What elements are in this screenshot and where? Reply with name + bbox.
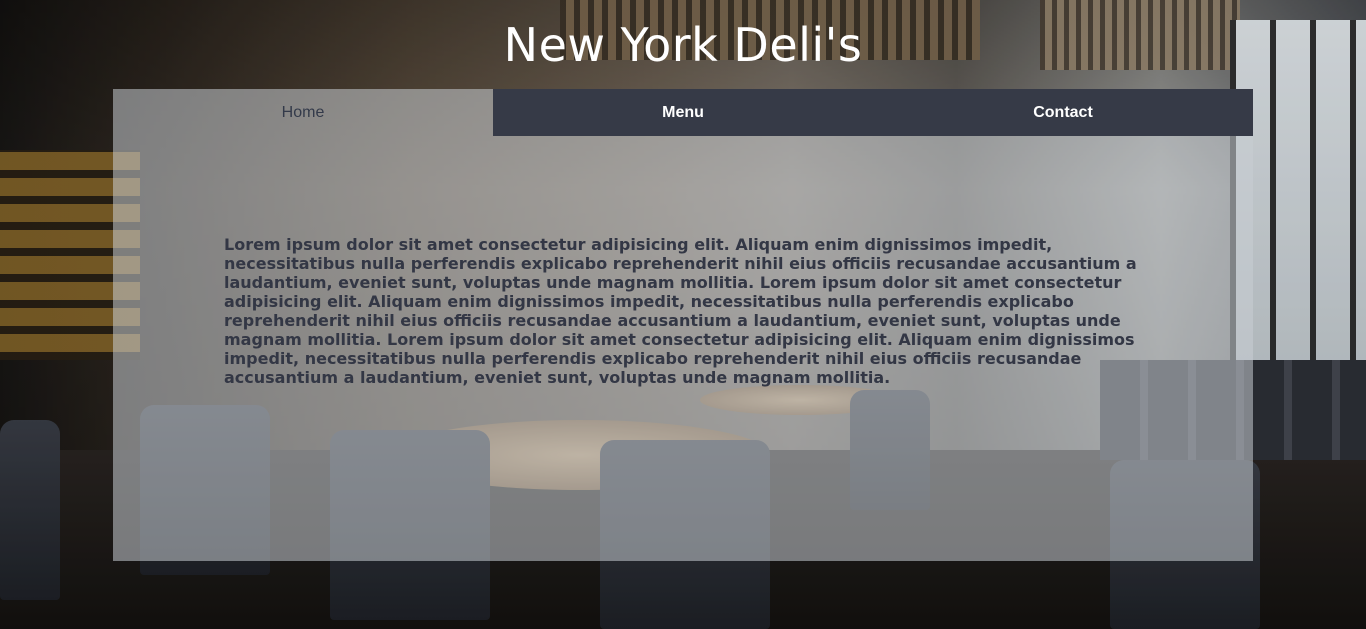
main-nav: Home Menu Contact: [113, 89, 1253, 136]
nav-item-home[interactable]: Home: [113, 89, 493, 136]
nav-item-menu[interactable]: Menu: [493, 89, 873, 136]
site-title: New York Deli's: [503, 18, 863, 72]
nav-item-contact[interactable]: Contact: [873, 89, 1253, 136]
body-paragraph: Lorem ipsum dolor sit amet consectetur a…: [224, 235, 1137, 387]
